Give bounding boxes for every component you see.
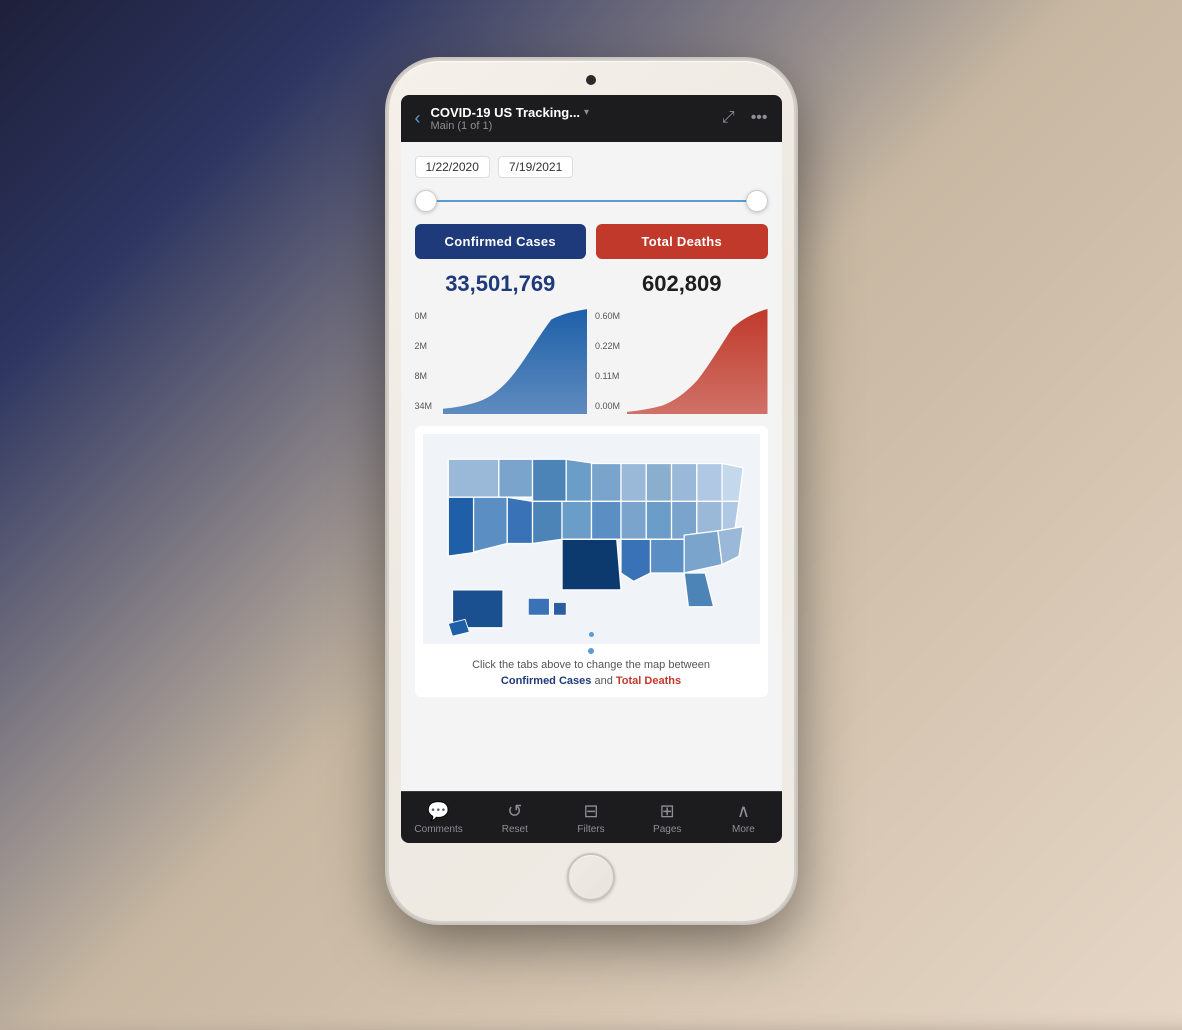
total-deaths-value: 602,809 [642,271,722,296]
confirmed-chart-area [443,309,588,414]
confirmed-cases-label: Confirmed Cases [429,234,573,249]
total-deaths-chart: 0.00M 0.11M 0.22M 0.60M [595,309,768,414]
end-date-badge[interactable]: 7/19/2021 [498,156,573,178]
header-bar: ‹ COVID-19 US Tracking... ▾ Main (1 of 1… [401,95,782,142]
expand-icon[interactable]: ⤢ [722,109,735,127]
deaths-chart-area [627,309,768,414]
comments-label: Comments [414,824,462,835]
more-options-icon[interactable]: ••• [751,109,768,127]
map-confirmed-link[interactable]: Confirmed Cases [501,675,591,687]
confirmed-chart-labels: 34M 8M 2M 0M [415,309,443,414]
header-title: COVID-19 US Tracking... [431,105,581,120]
phone-shell: ‹ COVID-19 US Tracking... ▾ Main (1 of 1… [389,61,794,921]
more-icon: ∧ [737,802,750,820]
slider-right-thumb[interactable] [746,190,768,212]
deaths-chart-labels: 0.00M 0.11M 0.22M 0.60M [595,309,627,414]
phone-screen: ‹ COVID-19 US Tracking... ▾ Main (1 of 1… [401,95,782,843]
toolbar-filters[interactable]: ⊟ Filters [553,792,629,843]
date-range-slider[interactable] [415,190,768,212]
map-instruction: Click the tabs above to change the map b… [472,658,710,689]
content-area: 1/22/2020 7/19/2021 Confirmed Cases Tota… [401,142,782,791]
date-range: 1/22/2020 7/19/2021 [415,156,768,178]
home-button[interactable] [567,853,615,901]
reset-label: Reset [502,824,528,835]
charts-row: 34M 8M 2M 0M [415,309,768,414]
reset-icon: ↺ [507,802,522,820]
filters-icon: ⊟ [583,802,598,820]
phone-camera [586,75,596,85]
start-date-badge[interactable]: 1/22/2020 [415,156,490,178]
header-subtitle: Main (1 of 1) [431,120,590,132]
stat-cards: Confirmed Cases Total Deaths [415,224,768,259]
back-button[interactable]: ‹ [415,108,421,129]
comments-icon: 💬 [427,802,449,820]
pages-icon: ⊞ [660,802,675,820]
header-icons: ⤢ ••• [722,109,768,127]
total-deaths-card[interactable]: Total Deaths [596,224,768,259]
map-pagination [588,648,594,654]
toolbar-comments[interactable]: 💬 Comments [401,792,477,843]
toolbar-pages[interactable]: ⊞ Pages [629,792,705,843]
confirmed-cases-chart: 34M 8M 2M 0M [415,309,588,414]
toolbar: 💬 Comments ↺ Reset ⊟ Filters ⊞ Pages ∧ M… [401,791,782,843]
filters-label: Filters [577,824,604,835]
us-map-container: Click the tabs above to change the map b… [415,426,768,697]
map-deaths-link[interactable]: Total Deaths [616,675,681,687]
header-title-group: COVID-19 US Tracking... ▾ Main (1 of 1) [431,105,712,132]
toolbar-reset[interactable]: ↺ Reset [477,792,553,843]
toolbar-more[interactable]: ∧ More [705,792,781,843]
map-dot-indicator [588,648,594,654]
header-dropdown-chevron[interactable]: ▾ [584,107,589,118]
total-deaths-label: Total Deaths [610,234,754,249]
more-label: More [732,824,755,835]
us-map-svg [423,434,760,645]
confirmed-cases-card[interactable]: Confirmed Cases [415,224,587,259]
slider-left-thumb[interactable] [415,190,437,212]
confirmed-cases-value: 33,501,769 [445,271,555,296]
pages-label: Pages [653,824,681,835]
